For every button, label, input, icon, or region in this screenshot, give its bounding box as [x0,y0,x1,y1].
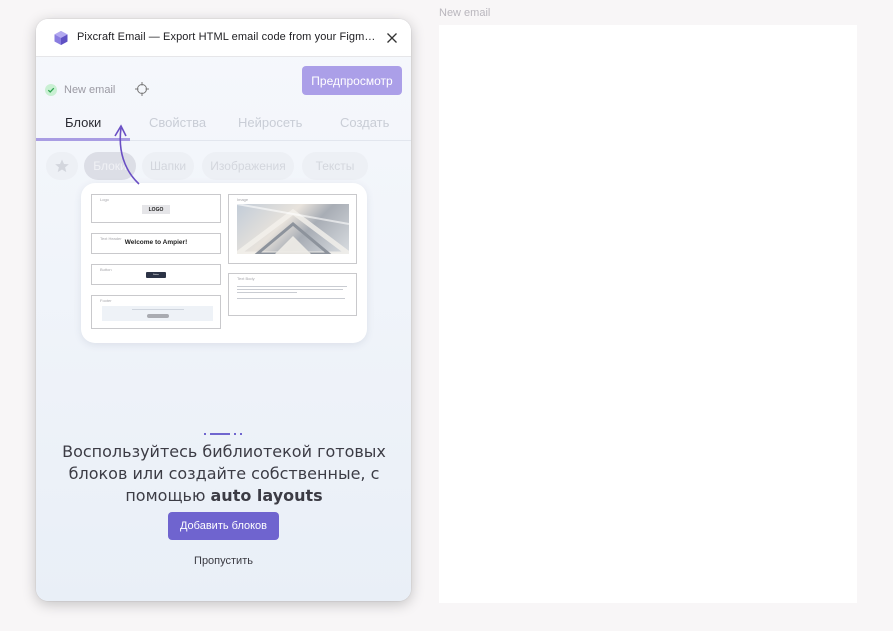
canvas-frame-label[interactable]: New email [439,7,490,19]
preview-body-line [237,292,297,293]
preview-button-block: Button Button [91,264,221,285]
preview-text-body-block: Text Body [228,273,357,316]
email-frame[interactable] [439,25,857,603]
add-blocks-button[interactable]: Добавить блоков [168,512,279,540]
preview-body-label: Text Body [237,276,255,281]
preview-logo-text: LOGO [142,205,170,214]
tab-ai[interactable]: Нейросеть [238,115,302,130]
preview-footer-label: Footer [100,298,112,303]
preview-logo-label: Logo [100,197,109,202]
tab-create[interactable]: Создать [340,115,389,130]
preview-button-label: Button [100,267,112,272]
preview-footer-line [132,309,184,310]
plugin-window: Pixcraft Email — Export HTML email code … [36,19,411,601]
plugin-title: Pixcraft Email — Export HTML email code … [77,31,380,43]
architecture-image-icon [237,204,349,254]
preview-image-label: Image [237,197,249,202]
preview-button[interactable]: Предпросмотр [302,66,402,95]
check-circle-icon [45,84,57,96]
onboarding-message-bold: auto layouts [210,486,323,505]
pointer-arrow-icon [114,124,140,185]
step-dots-indicator [204,433,242,435]
close-icon[interactable] [384,30,400,46]
blocks-preview-card: Logo LOGO Text Header Welcome to Ampier!… [81,183,367,343]
status-text: New email [64,84,116,96]
preview-body-line [237,286,347,287]
chip-headers[interactable]: Шапки [142,152,194,180]
tab-properties[interactable]: Свойства [149,115,206,130]
preview-image-block: Image [228,194,357,264]
preview-footer-content [102,306,213,321]
star-icon [55,159,69,173]
preview-image-thumbnail [237,204,349,254]
onboarding-message: Воспользуйтесь библиотекой готовых блоко… [56,441,392,507]
preview-header-text: Welcome to Ampier! [124,239,188,246]
crosshair-icon[interactable] [134,81,150,97]
chip-texts[interactable]: Тексты [302,152,368,180]
status-row: New email [45,80,149,100]
preview-header-block: Text Header Welcome to Ampier! [91,233,221,254]
plugin-titlebar: Pixcraft Email — Export HTML email code … [36,19,411,57]
preview-footer-block: Footer [91,295,221,329]
preview-footer-pill [147,314,169,318]
pixcraft-cube-icon [54,31,68,45]
chip-images[interactable]: Изображения [202,152,294,180]
preview-logo-block: Logo LOGO [91,194,221,223]
preview-body-line [237,289,343,290]
preview-body-line [237,298,345,299]
preview-button-text: Button [146,272,166,278]
skip-link[interactable]: Пропустить [36,555,411,567]
